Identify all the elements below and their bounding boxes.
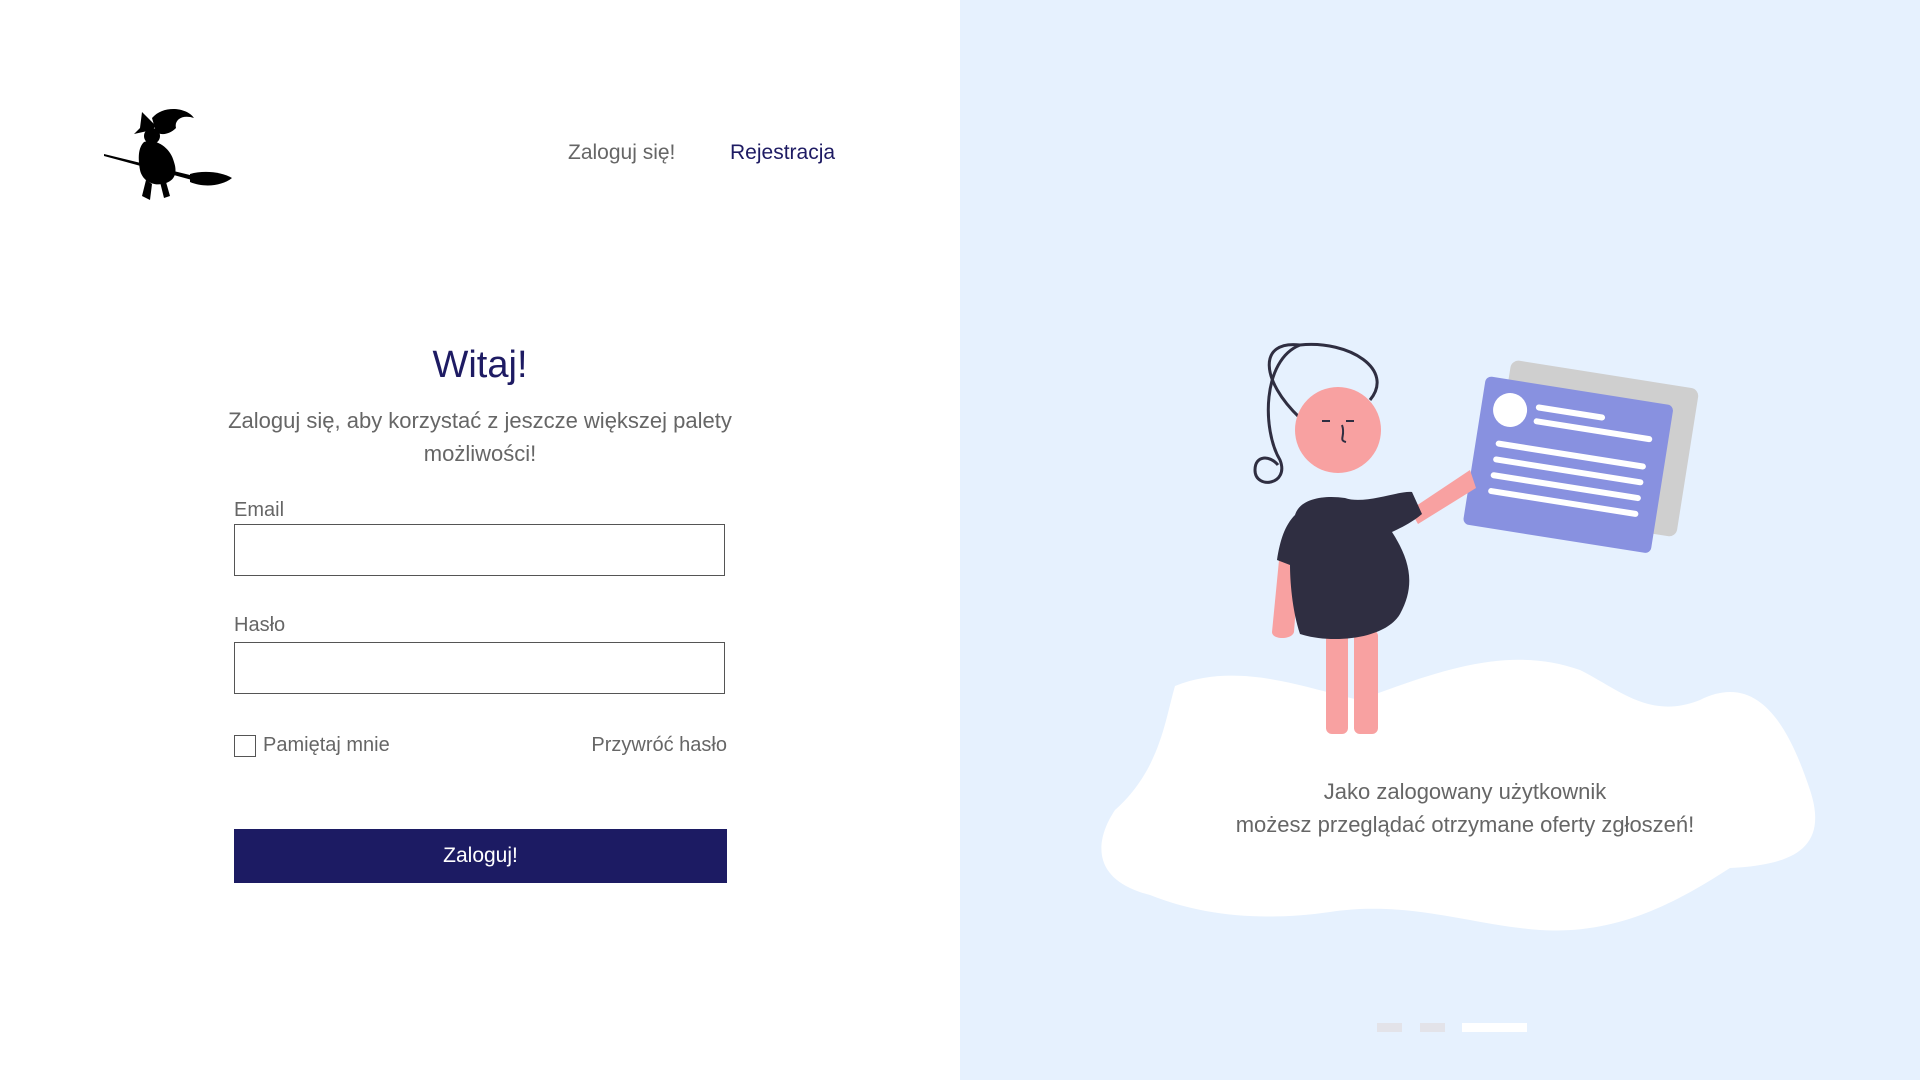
witch-logo-icon[interactable] <box>104 104 236 204</box>
login-submit-button[interactable]: Zaloguj! <box>234 829 727 883</box>
email-label: Email <box>234 499 285 521</box>
caption-line-2: możesz przeglądać otrzymane oferty zgłos… <box>1235 812 1695 837</box>
page-title: Witaj! <box>432 344 528 386</box>
page-subtitle: Zaloguj się, aby korzystać z jeszcze wię… <box>228 408 732 466</box>
carousel-dot-2[interactable] <box>1420 1023 1445 1032</box>
reset-password-link[interactable]: Przywróć hasło <box>578 734 727 757</box>
caption-line-1: Jako zalogowany użytkownik <box>1323 779 1607 804</box>
illustration-panel: Jako zalogowany użytkownik możesz przegl… <box>960 0 1920 1080</box>
remember-me-checkbox[interactable] <box>234 735 256 757</box>
illustration-svg <box>1101 342 1816 931</box>
password-label: Hasło <box>234 614 286 636</box>
email-field[interactable] <box>234 524 725 576</box>
remember-me-label[interactable]: Pamiętaj mnie <box>263 734 390 757</box>
carousel-dot-3-active[interactable] <box>1462 1023 1527 1032</box>
password-field[interactable] <box>234 642 725 694</box>
nav-register-link[interactable]: Rejestracja <box>730 141 835 165</box>
nav-login-link[interactable]: Zaloguj się! <box>568 141 675 165</box>
carousel-caption: Jako zalogowany użytkownik możesz przegl… <box>1150 775 1780 841</box>
carousel-dot-1[interactable] <box>1377 1023 1402 1032</box>
login-panel: Zaloguj się! Rejestracja Witaj! Zaloguj … <box>0 0 960 1080</box>
card-front <box>1463 376 1673 553</box>
